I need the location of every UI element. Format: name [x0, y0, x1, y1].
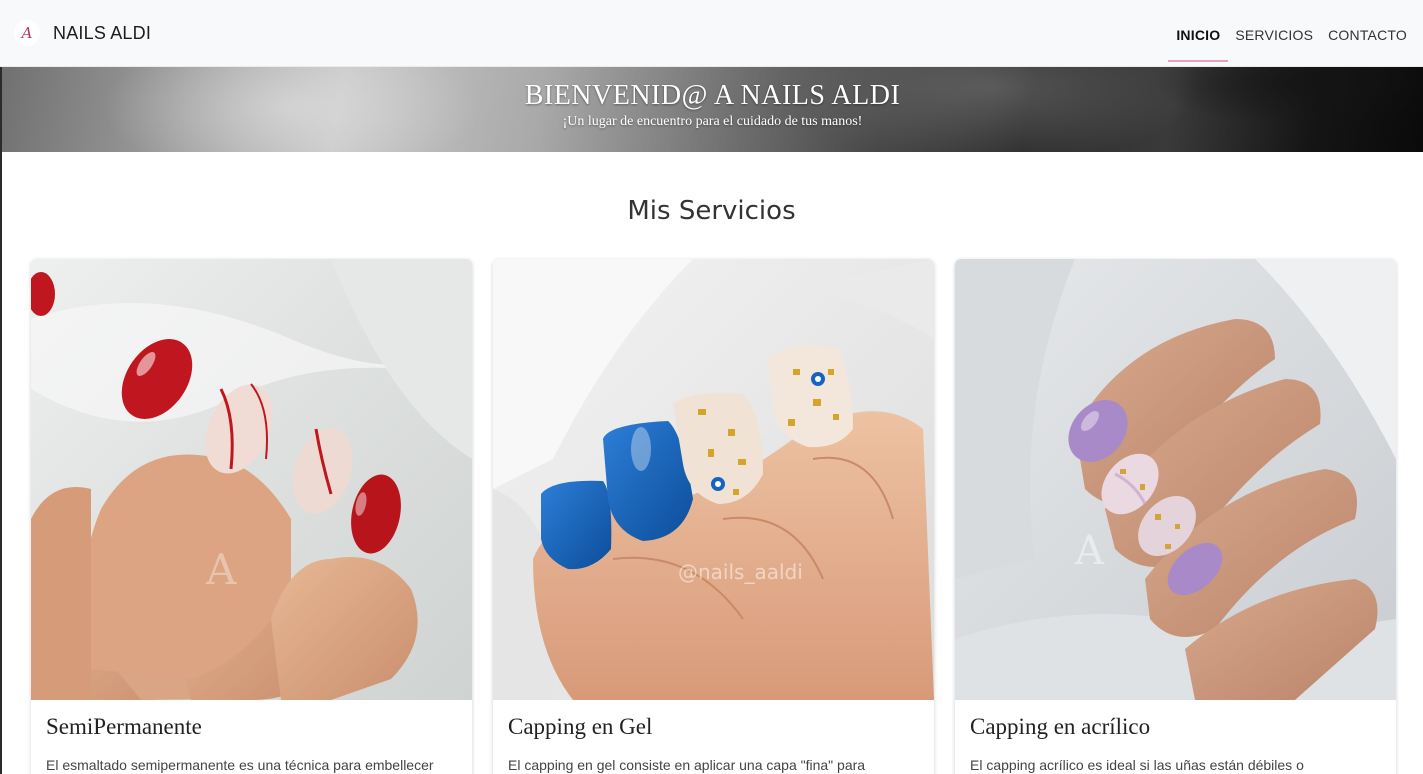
svg-text:A: A — [205, 545, 237, 594]
service-image-capping-acrilico: A — [955, 259, 1396, 700]
service-card-semipermanente[interactable]: A SemiPermanente El esmaltado semiperman… — [31, 259, 472, 774]
card-text: El esmaltado semipermanente es una técni… — [46, 757, 434, 773]
services-heading: Mis Servicios — [627, 196, 796, 226]
svg-text:A: A — [1074, 528, 1105, 574]
photo-watermark: @nails_aaldi — [678, 560, 803, 584]
service-image-semipermanente: A — [31, 259, 472, 700]
nav-link-inicio[interactable]: INICIO — [1168, 5, 1229, 62]
card-body: Capping en Gel El capping en gel consist… — [493, 700, 934, 774]
card-body: SemiPermanente El esmaltado semipermanen… — [31, 700, 472, 774]
nav-link-servicios[interactable]: SERVICIOS — [1235, 5, 1313, 62]
nav-links: INICIO SERVICIOS CONTACTO — [1161, 0, 1407, 67]
card-title[interactable]: SemiPermanente — [46, 712, 457, 742]
card-body: Capping en acrílico El capping acrílico … — [955, 700, 1396, 774]
hero-text: BIENVENID@ A NAILS ALDI ¡Un lugar de enc… — [2, 79, 1423, 131]
service-card-capping-acrilico[interactable]: A Capping en acrílico El capping acrílic… — [955, 259, 1396, 774]
red-and-white-nails-photo: A — [31, 259, 472, 700]
hero-title: BIENVENID@ A NAILS ALDI — [524, 80, 901, 111]
lilac-nails-photo: A — [955, 259, 1396, 700]
hero-banner: BIENVENID@ A NAILS ALDI ¡Un lugar de enc… — [2, 67, 1423, 152]
hero-subtitle: ¡Un lugar de encuentro para el cuidado d… — [562, 114, 863, 129]
card-text: El capping en gel consiste en aplicar un… — [508, 757, 866, 773]
service-card-capping-gel[interactable]: @nails_aaldi Capping en Gel El capping e… — [493, 259, 934, 774]
brand-logo[interactable]: A — [14, 20, 40, 46]
service-image-capping-gel: @nails_aaldi — [493, 259, 934, 700]
navbar: A NAILS ALDI INICIO SERVICIOS CONTACTO — [0, 0, 1423, 67]
card-title[interactable]: Capping en acrílico — [970, 712, 1381, 742]
brand-name[interactable]: NAILS ALDI — [53, 23, 151, 44]
brand[interactable]: A NAILS ALDI — [14, 20, 151, 46]
page-left-edge — [0, 67, 2, 774]
blue-and-gold-nails-photo: @nails_aaldi — [493, 259, 934, 700]
card-text: El capping acrílico es ideal si las uñas… — [970, 757, 1304, 773]
nav-link-contacto[interactable]: CONTACTO — [1328, 5, 1407, 62]
card-title[interactable]: Capping en Gel — [508, 712, 919, 742]
